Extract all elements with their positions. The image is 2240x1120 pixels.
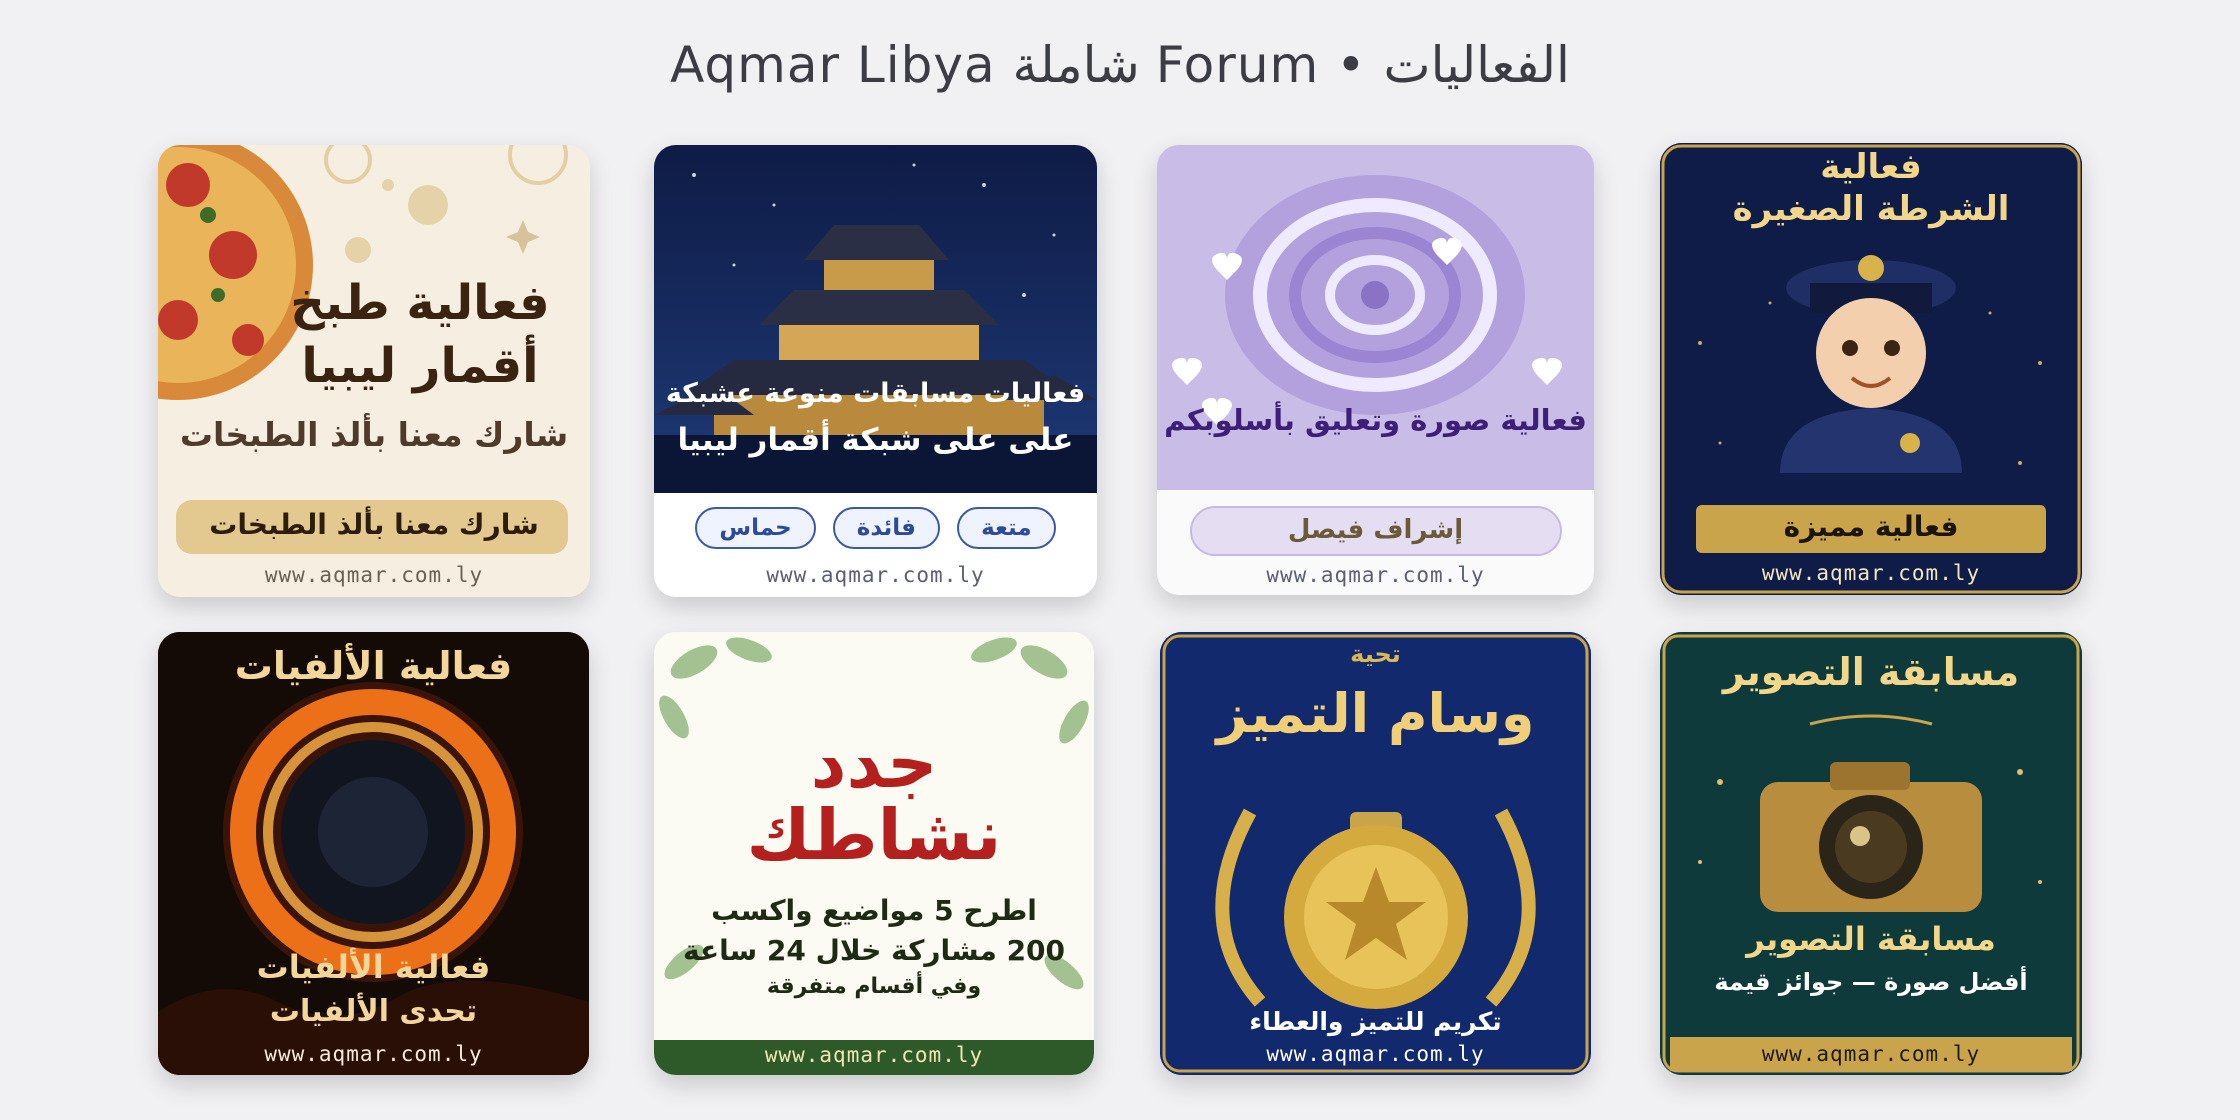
- tag-excitement[interactable]: حماس: [695, 507, 816, 549]
- event-card-little-police[interactable]: فعالية الشرطة الصغيرة فعالية مميزة www.a…: [1660, 143, 2082, 595]
- site-url[interactable]: www.aqmar.com.ly: [1660, 1042, 2082, 1066]
- site-url[interactable]: www.aqmar.com.ly: [158, 1042, 589, 1066]
- card-title-line1: فعالية طبخ: [290, 275, 550, 331]
- card-subtitle: شارك معنا بألذ الطبخات: [179, 415, 569, 454]
- site-url[interactable]: www.aqmar.com.ly: [158, 563, 590, 587]
- site-url[interactable]: www.aqmar.com.ly: [654, 1043, 1094, 1067]
- card-text-line1: فعاليات مسابقات منوعة عشبكة: [665, 378, 1086, 409]
- card-text-line3: وفي أقسام متفرقة: [766, 974, 982, 999]
- event-card-cooking[interactable]: فعالية طبخ أقمار ليبيا شارك معنا بألذ ال…: [158, 145, 590, 597]
- card-text-line2: أفضل صورة — جوائز قيمة: [1714, 968, 2028, 996]
- card-title: وسام التميز: [1216, 682, 1535, 745]
- join-button[interactable]: شارك معنا بألذ الطبخات: [158, 508, 590, 541]
- site-url[interactable]: www.aqmar.com.ly: [654, 563, 1097, 587]
- event-card-photography-contest[interactable]: مسابقة التصوير مسابقة التصوير أفضل صورة …: [1660, 632, 2082, 1075]
- card-text-line2: تحدى الألفيات: [269, 994, 478, 1029]
- tag-benefit[interactable]: فائدة: [832, 507, 940, 549]
- featured-banner: فعالية مميزة: [1783, 510, 1959, 543]
- card-title-line1: جدد: [810, 722, 938, 804]
- tag-fun[interactable]: متعة: [957, 507, 1056, 549]
- card-title-line2: نشاطك: [746, 794, 1002, 876]
- card-text-line1: اطرح 5 مواضيع واكسب: [711, 894, 1037, 927]
- card-text-line2: 200 مشاركة خلال 24 ساعة: [682, 934, 1066, 967]
- camera-illustration: [1660, 632, 2082, 1075]
- event-card-renew-activity[interactable]: جدد نشاطك اطرح 5 مواضيع واكسب 200 مشاركة…: [654, 632, 1094, 1075]
- page-title: Aqmar Libya شاملة Forum • الفعاليات: [670, 36, 1570, 94]
- card-text-line1: مسابقة التصوير: [1746, 920, 1996, 958]
- event-card-photo-comment[interactable]: فعالية صورة وتعليق بأسلوبكم إشراف فيصل w…: [1157, 145, 1594, 595]
- card-title: فعالية الألفيات: [234, 644, 513, 688]
- card-text-line1: فعالية الألفيات: [256, 948, 491, 986]
- card-title-line2: الشرطة الصغيرة: [1732, 189, 2010, 229]
- card-title-line1: فعالية: [1820, 147, 1922, 187]
- tag-list: متعة فائدة حماس: [654, 507, 1097, 549]
- site-url[interactable]: www.aqmar.com.ly: [1157, 563, 1594, 587]
- card-title-line2: أقمار ليبيا: [301, 338, 539, 394]
- supervisor-button[interactable]: إشراف فيصل: [1157, 515, 1594, 545]
- site-url[interactable]: www.aqmar.com.ly: [1660, 561, 2082, 585]
- event-card-millennials[interactable]: فعالية الألفيات فعالية الألفيات تحدى الأ…: [158, 632, 589, 1075]
- site-url[interactable]: www.aqmar.com.ly: [1160, 1042, 1591, 1066]
- card-caption: فعالية صورة وتعليق بأسلوبكم: [1164, 403, 1587, 437]
- card-title: مسابقة التصوير: [1722, 650, 2020, 694]
- event-card-competitions[interactable]: فعاليات مسابقات منوعة عشبكة على على شبكة…: [654, 145, 1097, 597]
- event-card-excellence-medal[interactable]: تحية وسام التميز تكريم للتميز والعطاء ww…: [1160, 632, 1591, 1075]
- card-caption: تكريم للتميز والعطاء: [1249, 1007, 1502, 1036]
- card-kicker: تحية: [1350, 640, 1401, 668]
- card-text-line2: على على شبكة أقمار ليبيا: [677, 422, 1074, 458]
